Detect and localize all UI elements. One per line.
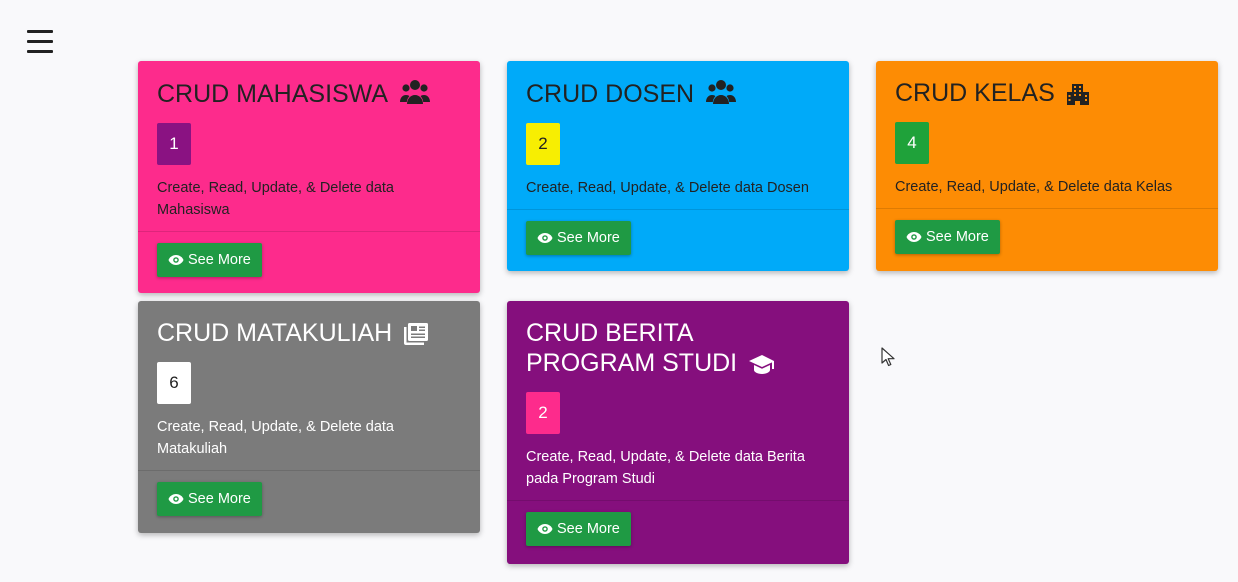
card-description: Create, Read, Update, & Delete data Maha…: [157, 180, 394, 218]
card-title: CRUD KELAS: [895, 78, 1199, 112]
building-icon: [1066, 81, 1089, 112]
graduation-cap-icon: [749, 352, 775, 382]
count-badge: 2: [526, 123, 560, 165]
mouse-cursor-icon: [881, 347, 895, 372]
card-description: Create, Read, Update, & Delete data Dose…: [526, 180, 809, 196]
count-badge: 1: [157, 123, 191, 165]
card-dosen: CRUD DOSEN 2 Create, Read, Update, & Del…: [507, 61, 849, 271]
card-description: Create, Read, Update, & Delete data Mata…: [157, 419, 394, 457]
card-title: CRUD DOSEN: [526, 78, 830, 113]
card-title: CRUD MAHASISWA: [157, 78, 461, 113]
count-badge: 2: [526, 392, 560, 434]
card-berita-program-studi: CRUD BERITA PROGRAM STUDI 2 Create, Read…: [507, 301, 849, 564]
card-title: CRUD MATAKULIAH: [157, 318, 461, 352]
see-more-button[interactable]: See More: [526, 221, 631, 255]
eye-icon: [906, 232, 922, 242]
eye-icon: [168, 494, 184, 504]
users-icon: [706, 78, 737, 113]
card-description: Create, Read, Update, & Delete data Kela…: [895, 179, 1173, 195]
users-icon: [400, 78, 431, 113]
see-more-button[interactable]: See More: [157, 243, 262, 277]
card-title: CRUD BERITA PROGRAM STUDI: [526, 318, 826, 382]
count-badge: 4: [895, 122, 929, 164]
see-more-button[interactable]: See More: [895, 220, 1000, 254]
card-mahasiswa: CRUD MAHASISWA 1 Create, Read, Update, &…: [138, 61, 480, 293]
book-icon: [404, 322, 429, 352]
count-badge: 6: [157, 362, 191, 404]
card-description: Create, Read, Update, & Delete data Beri…: [526, 449, 805, 487]
card-kelas: CRUD KELAS 4 Create, Read, Update, & Del…: [876, 61, 1218, 271]
hamburger-menu-icon[interactable]: [27, 30, 53, 54]
eye-icon: [537, 524, 553, 534]
eye-icon: [168, 255, 184, 265]
see-more-button[interactable]: See More: [157, 482, 262, 516]
eye-icon: [537, 233, 553, 243]
card-matakuliah: CRUD MATAKULIAH 6 Create, Read, Update, …: [138, 301, 480, 533]
see-more-button[interactable]: See More: [526, 512, 631, 546]
